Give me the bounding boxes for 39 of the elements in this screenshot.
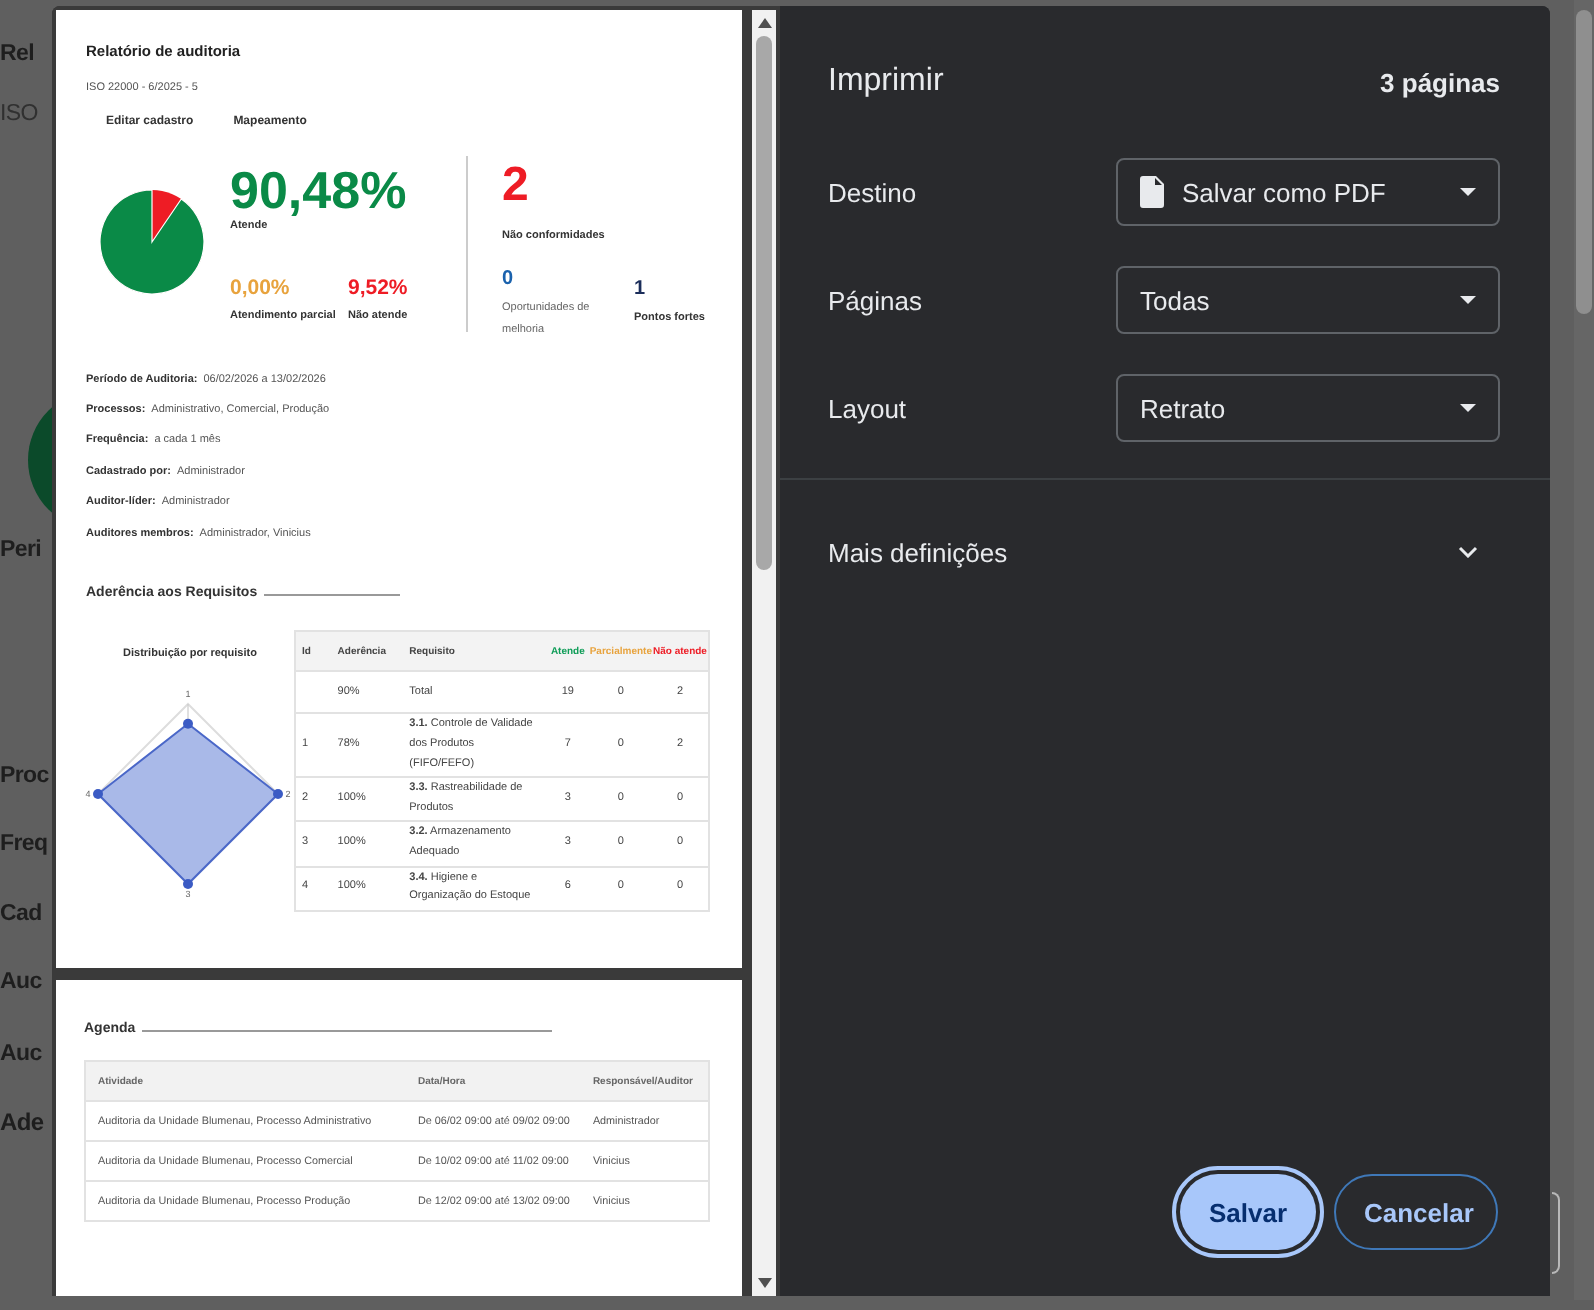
scrollbar[interactable]: [752, 10, 776, 1296]
percentage-value: 90,48%: [230, 160, 409, 220]
radar-point: [183, 719, 193, 730]
page-text: Rel: [0, 40, 34, 70]
cancel-button[interactable]: Cancelar: [1334, 1174, 1498, 1250]
page-text: Ade: [0, 1106, 44, 1140]
count-value: 0: [502, 268, 516, 292]
select-field[interactable]: Salvar como PDF: [1116, 158, 1500, 226]
page-text: Cad: [0, 900, 42, 930]
scrollbar-thumb[interactable]: [756, 36, 772, 570]
field-label: Páginas: [828, 285, 922, 315]
field-label: Destino: [828, 177, 917, 207]
page-text: Auc: [0, 1040, 42, 1070]
count-value: 2: [502, 160, 531, 212]
scroll-down-icon[interactable]: [757, 1278, 771, 1288]
pie-chart-drawing: [100, 190, 204, 294]
count-value: 1: [634, 278, 648, 302]
radar-point: [93, 789, 103, 800]
page-text: Peri: [0, 536, 42, 566]
radar-point: [183, 879, 193, 890]
select-field[interactable]: Retrato: [1116, 374, 1500, 442]
page-text: Proc: [0, 762, 49, 792]
percentage-value: 9,52%: [348, 276, 410, 302]
field-label: Layout: [828, 393, 907, 423]
percentage-value: 0,00%: [230, 276, 292, 302]
document-icon: [1140, 176, 1164, 208]
caret-icon: [1460, 296, 1476, 304]
scrollbar-thumb[interactable]: [1576, 10, 1592, 314]
caret-icon: [1460, 188, 1476, 196]
select-field[interactable]: Todas: [1116, 266, 1500, 334]
save-button[interactable]: Salvar: [1180, 1174, 1316, 1250]
page-count: 3 páginas: [1380, 67, 1500, 97]
radar-point: [273, 789, 283, 800]
page-text: Auc: [0, 968, 42, 998]
dialog-title: Imprimir: [828, 64, 944, 100]
scroll-up-icon[interactable]: [757, 18, 771, 28]
caret-icon: [1460, 404, 1476, 412]
page-text: Freq: [0, 830, 48, 860]
more-settings-toggle[interactable]: Mais definições: [780, 532, 1490, 572]
